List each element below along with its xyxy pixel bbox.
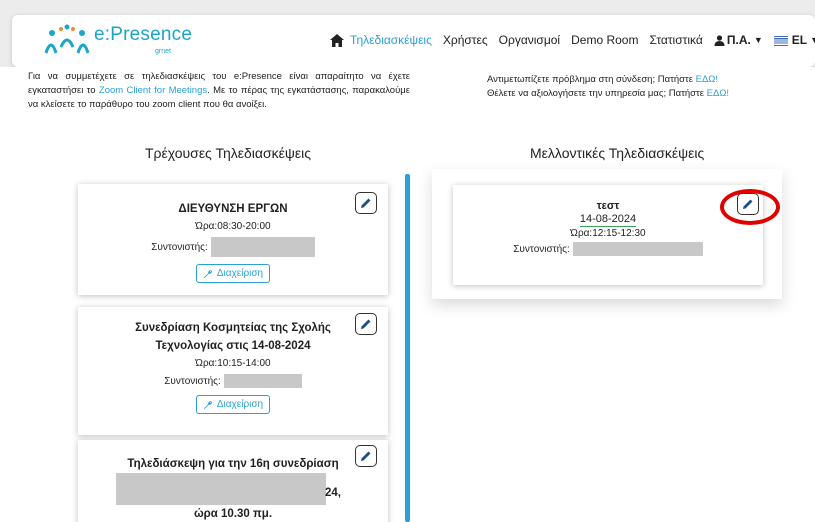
conference-card: Συνεδρίαση Κοσμητείας της Σχολής Τεχνολο… [78, 307, 388, 435]
nav-item-organizations[interactable]: Οργανισμοί [499, 33, 560, 47]
user-menu[interactable]: Π.Α. ▼ [714, 33, 763, 47]
zoom-client-link[interactable]: Zoom Client for Meetings [99, 85, 207, 96]
edit-button[interactable] [355, 445, 377, 467]
coordinator-row: Συντονιστής: [453, 242, 763, 256]
user-name: Π.Α. [726, 33, 751, 47]
upcoming-conference-card: τεστ 14-08-2024 Ώρα:12:15-12:30 Συντονισ… [453, 185, 763, 285]
logo-subtext: grnet [155, 48, 171, 55]
conference-hours: Ώρα:12:15-12:30 [570, 228, 646, 239]
nav-item-label: Τηλεδιασκέψεις [350, 33, 432, 47]
app-logo[interactable]: e:Presence grnet [42, 23, 212, 61]
flag-icon [773, 35, 788, 46]
home-icon [330, 33, 344, 47]
chevron-down-icon: ▼ [810, 35, 815, 45]
language-code: EL [791, 33, 808, 47]
redacted-block [210, 237, 315, 257]
conference-card: ΔΙΕΥΘΥΝΣΗ ΕΡΓΩΝ Ώρα:08:30-20:00 Συντονισ… [78, 184, 388, 295]
logo-text: e:Presence [94, 24, 193, 45]
conference-date: 14-08-2024 [579, 213, 637, 227]
zoom-install-notice: Για να συμμετέχετε σε τηλεδιασκέψεις του… [28, 70, 410, 112]
wrench-icon [203, 400, 212, 409]
edit-button[interactable] [355, 192, 377, 214]
conference-title-part: ώρα 10.30 πμ. [193, 508, 273, 520]
manage-button[interactable]: Διαχείριση [195, 264, 271, 283]
language-menu[interactable]: EL ▼ [773, 33, 815, 47]
conference-title: Συνεδρίαση Κοσμητείας της Σχολής Τεχνολο… [135, 322, 331, 352]
feedback-text: Θέλετε να αξιολογήσετε την υπηρεσία μας;… [487, 88, 707, 99]
nav-item-demo-room[interactable]: Demo Room [571, 33, 638, 47]
help-text: Αντιμετωπίζετε πρόβλημα στη σύνδεση; Πατ… [487, 74, 696, 85]
conference-title: ΔΙΕΥΘΥΝΣΗ ΕΡΓΩΝ [178, 203, 288, 215]
coordinator-label: Συντονιστής: [151, 241, 208, 253]
wrench-icon [203, 269, 212, 278]
feedback-link[interactable]: ΕΔΩ! [707, 88, 729, 99]
conference-title-part: 24, [325, 487, 341, 499]
help-notice: Αντιμετωπίζετε πρόβλημα στη σύνδεση; Πατ… [487, 73, 787, 101]
nav-item-users[interactable]: Χρήστες [443, 33, 488, 47]
people-logo-icon [44, 24, 90, 54]
conference-title: Τηλεδιάσκεψη για την 16η συνεδρίαση [127, 458, 339, 470]
conference-hours: Ώρα:08:30-20:00 [195, 221, 271, 232]
scrollbar[interactable] [405, 174, 410, 522]
coordinator-label: Συντονιστής: [164, 375, 221, 387]
user-icon [714, 34, 725, 46]
conference-title: τεστ [596, 200, 620, 212]
current-conferences-title: Τρέχουσες Τηλεδιασκέψεις [145, 145, 311, 161]
chevron-down-icon: ▼ [753, 35, 763, 45]
nav-item-conferences[interactable]: Τηλεδιασκέψεις [330, 33, 432, 47]
coordinator-row: Συντονιστής: [78, 374, 388, 388]
conference-card: Τηλεδιάσκεψη για την 16η συνεδρίαση 24, … [78, 440, 388, 522]
highlight-circle [720, 189, 780, 225]
edit-button[interactable] [355, 313, 377, 335]
conference-hours: Ώρα:10:15-14:00 [195, 358, 271, 369]
nav-menu: Τηλεδιασκέψεις Χρήστες Οργανισμοί Demo R… [330, 33, 815, 47]
nav-item-statistics[interactable]: Στατιστικά [649, 33, 702, 47]
pencil-icon [361, 198, 371, 208]
redacted-block [116, 473, 326, 505]
main-content: Για να συμμετέχετε σε τηλεδιασκέψεις του… [0, 67, 815, 522]
manage-button[interactable]: Διαχείριση [195, 395, 271, 414]
top-navbar: e:Presence grnet Τηλεδιασκέψεις Χρήστες … [12, 15, 815, 67]
redacted-block [223, 374, 302, 388]
help-link[interactable]: ΕΔΩ! [696, 74, 718, 85]
coordinator-label: Συντονιστής: [513, 243, 570, 255]
upcoming-conferences-title: Μελλοντικές Τηλεδιασκέψεις [530, 145, 705, 161]
coordinator-row: Συντονιστής: [78, 237, 388, 257]
pencil-icon [361, 451, 371, 461]
pencil-icon [361, 319, 371, 329]
redacted-block [572, 242, 703, 256]
manage-label: Διαχείριση [216, 268, 264, 279]
manage-label: Διαχείριση [216, 399, 264, 410]
